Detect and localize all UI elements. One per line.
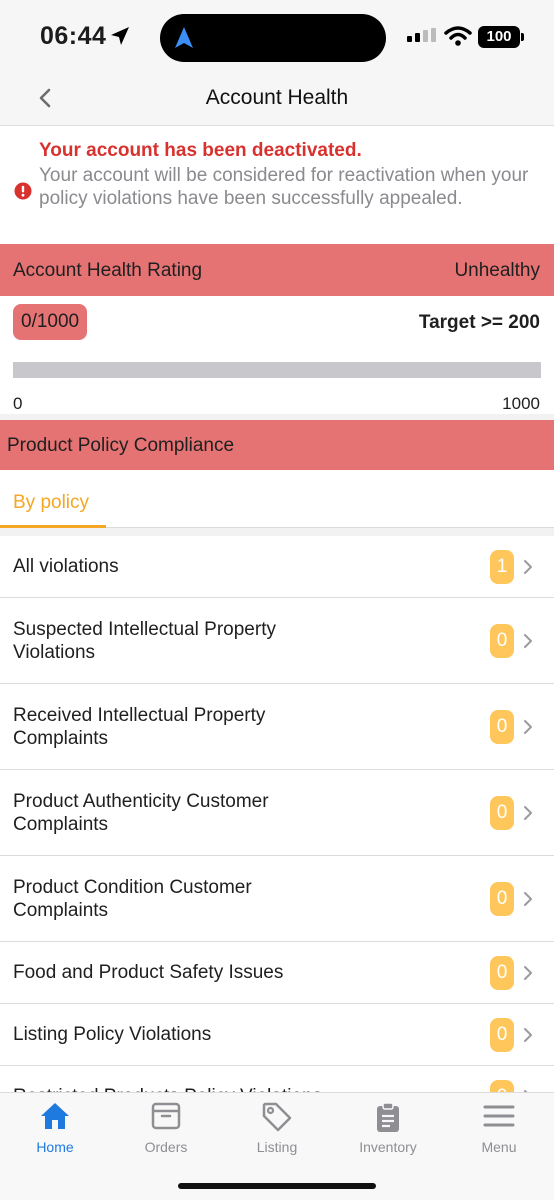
list-item-label: Received Intellectual Property Complaint… <box>13 705 266 749</box>
tab-home-label: Home <box>36 1139 74 1155</box>
location-arrow-icon <box>111 27 129 45</box>
chevron-right-icon <box>524 966 532 980</box>
chevron-right-icon <box>524 634 532 648</box>
tab-listing-label: Listing <box>256 1139 298 1155</box>
wifi-icon <box>444 26 472 46</box>
status-bar: 06:44 100 <box>0 0 554 72</box>
list-item-label: Product Authenticity Customer Complaints <box>13 791 269 835</box>
rating-header: Account Health Rating Unhealthy <box>0 244 554 296</box>
navigation-arrow-icon <box>175 27 193 48</box>
count-badge: 0 <box>490 1018 514 1052</box>
deactivation-alert: Your account has been deactivated. Your … <box>0 126 554 244</box>
tab-orders-label: Orders <box>144 1139 188 1155</box>
count-badge: 1 <box>490 550 514 584</box>
rating-progress-track <box>13 362 541 378</box>
tag-icon <box>262 1102 292 1132</box>
chevron-right-icon <box>524 720 532 734</box>
alert-icon <box>14 182 32 200</box>
menu-icon <box>483 1105 515 1127</box>
chevron-right-icon <box>524 1028 532 1042</box>
compliance-tabs: By policy <box>0 470 554 528</box>
dynamic-island <box>160 14 386 62</box>
page-title: Account Health <box>205 86 349 109</box>
rating-label: Account Health Rating <box>13 260 203 281</box>
list-item-received-ip[interactable]: Received Intellectual Property Complaint… <box>0 684 554 770</box>
list-item-authenticity[interactable]: Product Authenticity Customer Complaints… <box>0 770 554 856</box>
tab-inventory[interactable]: Inventory <box>333 1093 443 1163</box>
alert-title: Your account has been deactivated. <box>39 140 362 161</box>
list-item-all-violations[interactable]: All violations 1 <box>0 536 554 598</box>
rating-target: Target >= 200 <box>418 312 540 333</box>
list-item-label: Suspected Intellectual Property Violatio… <box>13 619 276 663</box>
chevron-right-icon <box>524 892 532 906</box>
tab-orders[interactable]: Orders <box>111 1093 221 1163</box>
tab-by-policy-label: By policy <box>13 492 90 513</box>
rating-status: Unhealthy <box>454 260 540 281</box>
battery-icon: 100 <box>478 26 520 48</box>
tab-inventory-label: Inventory <box>359 1139 417 1155</box>
list-item-food-safety[interactable]: Food and Product Safety Issues 0 <box>0 942 554 1004</box>
list-item-label: Product Condition Customer Complaints <box>13 877 252 921</box>
tab-listing[interactable]: Listing <box>222 1093 332 1163</box>
signal-icon <box>407 28 436 42</box>
count-badge: 0 <box>490 956 514 990</box>
home-icon <box>41 1103 69 1129</box>
count-badge: 0 <box>490 710 514 744</box>
tab-menu-label: Menu <box>481 1139 517 1155</box>
orders-icon <box>151 1102 181 1130</box>
chevron-right-icon <box>524 806 532 820</box>
chevron-right-icon <box>524 560 532 574</box>
count-badge: 0 <box>490 796 514 830</box>
home-indicator <box>178 1183 376 1189</box>
alert-message: Your account will be considered for reac… <box>39 165 529 209</box>
rating-body: 0/1000 Target >= 200 0 1000 <box>0 296 554 414</box>
clipboard-icon <box>377 1102 399 1132</box>
status-time: 06:44 <box>40 22 107 50</box>
compliance-header: Product Policy Compliance <box>0 420 554 470</box>
list-divider <box>0 528 554 536</box>
battery-tip <box>521 33 524 41</box>
list-item-label: Food and Product Safety Issues <box>13 962 284 983</box>
score-badge: 0/1000 <box>13 304 88 340</box>
tab-home[interactable]: Home <box>0 1093 110 1163</box>
list-item-label: Listing Policy Violations <box>13 1024 212 1045</box>
count-badge: 0 <box>490 624 514 658</box>
list-item-listing-policy[interactable]: Listing Policy Violations 0 <box>0 1004 554 1066</box>
tab-menu[interactable]: Menu <box>444 1093 554 1163</box>
count-badge: 0 <box>490 882 514 916</box>
violation-list: All violations 1 Suspected Intellectual … <box>0 536 554 1128</box>
scale-min: 0 <box>13 394 23 413</box>
nav-header: Account Health <box>0 72 554 126</box>
list-item-suspected-ip[interactable]: Suspected Intellectual Property Violatio… <box>0 598 554 684</box>
tab-by-policy[interactable]: By policy <box>0 470 106 528</box>
compliance-label: Product Policy Compliance <box>7 435 235 456</box>
list-item-label: All violations <box>13 556 119 577</box>
list-item-condition[interactable]: Product Condition Customer Complaints 0 <box>0 856 554 942</box>
scale-max: 1000 <box>502 394 540 413</box>
